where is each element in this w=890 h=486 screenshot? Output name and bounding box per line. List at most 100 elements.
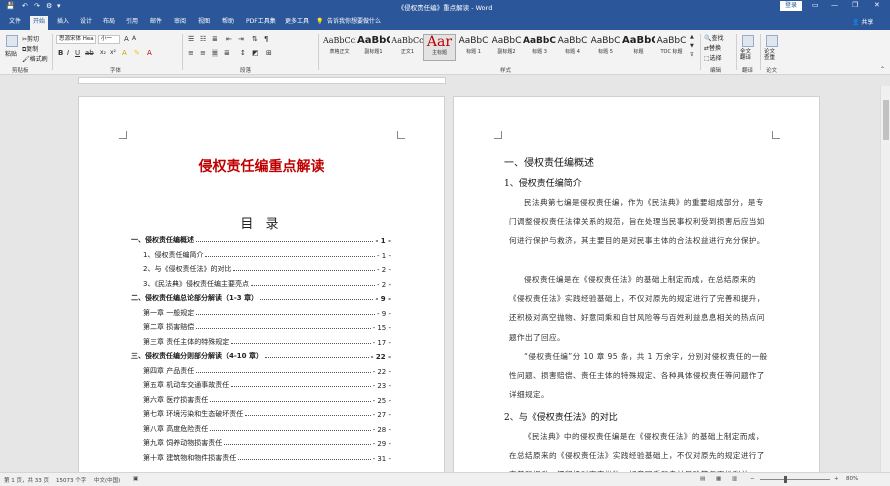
style-heading-1[interactable]: AaBbC 标题 1 <box>457 34 490 61</box>
show-marks-icon[interactable]: ¶ <box>264 35 268 43</box>
align-right-icon[interactable]: ≡ <box>212 49 218 57</box>
style-main-title[interactable]: Aar 主标题 <box>423 34 456 61</box>
zoom-in-icon[interactable]: + <box>834 476 839 482</box>
toc-entry[interactable]: 第三章 责任主体的特殊规定 - 17 - <box>131 336 391 347</box>
increase-indent-icon[interactable]: ⇥ <box>238 35 244 43</box>
toc-entry[interactable]: 三、侵权责任编分则部分解读（4-10 章） - 22 - <box>131 350 391 361</box>
style-toc-heading[interactable]: AaBbC TOC 标题 <box>655 34 688 61</box>
paste-button[interactable]: 粘贴 <box>5 49 17 58</box>
style-table-body[interactable]: AaBbCcI 表格正文 <box>323 34 356 61</box>
zoom-level[interactable]: 80% <box>846 476 858 482</box>
shading-icon[interactable]: ◩ <box>252 49 259 57</box>
toc-entry[interactable]: 第六章 医疗损害责任 - 25 - <box>131 394 391 405</box>
translate-icon[interactable] <box>742 35 754 47</box>
font-color-icon[interactable]: A <box>147 49 152 57</box>
replace-button[interactable]: ⇄替换 <box>704 43 721 52</box>
tab-mailings[interactable]: 邮件 <box>147 16 165 30</box>
style-body-1[interactable]: AaBbCc 正文1 <box>391 34 424 61</box>
toc-entry[interactable]: 第二章 损害赔偿 - 15 - <box>131 321 391 332</box>
select-button[interactable]: ⬚选择 <box>704 53 722 62</box>
highlight-icon[interactable]: ✎ <box>134 49 140 57</box>
maximize-icon[interactable]: ❐ <box>852 1 858 9</box>
toc-entry[interactable]: 第四章 产品责任 - 22 - <box>131 365 391 376</box>
minimize-icon[interactable]: — <box>831 1 838 9</box>
tab-file[interactable]: 文件 <box>6 16 24 30</box>
styles-more-icon[interactable]: ⊽ <box>690 52 694 58</box>
page-count[interactable]: 第 1 页，共 33 页 <box>4 476 49 484</box>
web-layout-icon[interactable]: ▥ <box>732 476 737 482</box>
line-spacing-icon[interactable]: ↕ <box>240 49 246 57</box>
decrease-indent-icon[interactable]: ⇤ <box>226 35 232 43</box>
document-page-1[interactable]: 侵权责任编重点解读 目 录 一、侵权责任编概述 - 1 - 1、侵权责任编简介 - 1… <box>78 96 445 472</box>
numbering-icon[interactable]: ☷ <box>200 35 206 43</box>
toc-entry[interactable]: 二、侵权责任编总论部分解读（1-3 章） - 9 - <box>131 292 391 303</box>
zoom-out-icon[interactable]: − <box>750 476 755 482</box>
toc-entry[interactable]: 第九章 饲养动物损害责任 - 29 - <box>131 437 391 448</box>
language-indicator[interactable]: 中文(中国) <box>94 476 120 484</box>
document-page-2[interactable]: 一、侵权责任编概述 1、侵权责任编简介 民法典第七编是侵权责任编，作为《民法典》… <box>453 96 820 472</box>
paper-check-button[interactable]: 论文查重 <box>764 49 780 61</box>
tab-help[interactable]: 帮助 <box>219 16 237 30</box>
toc-entry[interactable]: 第八章 高度危险责任 - 28 - <box>131 423 391 434</box>
zoom-slider[interactable] <box>760 479 830 480</box>
style-heading-5[interactable]: AaBbC 标题 5 <box>589 34 622 61</box>
paper-check-icon[interactable] <box>766 35 778 47</box>
align-center-icon[interactable]: ≡ <box>200 49 206 57</box>
align-left-icon[interactable]: ≡ <box>188 49 194 57</box>
paste-icon[interactable] <box>6 35 18 47</box>
tab-review[interactable]: 审阅 <box>171 16 189 30</box>
multilevel-list-icon[interactable]: ≣ <box>212 35 218 43</box>
toc-entry[interactable]: 3、《民法典》侵权责任编主要亮点 - 2 - <box>131 278 391 289</box>
font-size-box[interactable]: 小一 <box>98 35 120 44</box>
ruler-track[interactable] <box>78 77 446 84</box>
ribbon-display-icon[interactable]: ▭ <box>812 1 819 9</box>
full-translate-button[interactable]: 全文翻译 <box>740 49 756 61</box>
format-painter-button[interactable]: 🖌格式刷 <box>22 54 48 63</box>
styles-scroll-down-icon[interactable]: ▼ <box>690 43 694 49</box>
tab-view[interactable]: 视图 <box>195 16 213 30</box>
tab-home[interactable]: 开始 <box>30 16 49 30</box>
subscript-icon[interactable]: x₂ <box>100 49 106 56</box>
login-button[interactable]: 登录 <box>780 1 802 11</box>
bold-icon[interactable]: B <box>58 49 63 57</box>
read-mode-icon[interactable]: ▤ <box>700 476 705 482</box>
share-button[interactable]: 👤 共享 <box>852 17 873 26</box>
text-effects-icon[interactable]: A <box>122 49 127 57</box>
sort-icon[interactable]: ⇅ <box>252 35 258 43</box>
style-subtitle-2[interactable]: AaBbC 副标题2 <box>490 34 523 61</box>
borders-icon[interactable]: ⊞ <box>266 49 272 57</box>
toc-entry[interactable]: 第一章 一般规定 - 9 - <box>131 307 391 318</box>
justify-icon[interactable]: ≣ <box>224 49 230 57</box>
style-title[interactable]: AaBbC 标题 <box>622 34 655 61</box>
tab-pdf-tools[interactable]: PDF工具集 <box>243 16 279 30</box>
horizontal-ruler[interactable] <box>0 75 890 86</box>
bullets-icon[interactable]: ☰ <box>188 35 194 43</box>
styles-scroll-up-icon[interactable]: ▲ <box>690 34 694 40</box>
close-icon[interactable]: ✕ <box>874 1 880 9</box>
toc-entry[interactable]: 第五章 机动车交通事故责任 - 23 - <box>131 379 391 390</box>
zoom-slider-knob[interactable] <box>784 476 787 483</box>
style-subtitle-1[interactable]: AaBbC 副标题1 <box>357 34 390 61</box>
tab-design[interactable]: 设计 <box>77 16 95 30</box>
toc-entry[interactable]: 一、侵权责任编概述 - 1 - <box>131 234 391 245</box>
grow-font-icon[interactable]: A <box>124 35 129 43</box>
collapse-ribbon-icon[interactable]: ⌃ <box>880 66 885 73</box>
font-name-box[interactable]: 思源宋体 Hea <box>56 35 96 44</box>
cut-button[interactable]: ✂剪切 <box>22 34 39 43</box>
toc-entry[interactable]: 1、侵权责任编简介 - 1 - <box>131 249 391 260</box>
tell-me-search[interactable]: 告诉我你想要做什么 <box>324 16 384 30</box>
underline-icon[interactable]: U <box>75 49 80 57</box>
superscript-icon[interactable]: x² <box>110 49 116 56</box>
strikethrough-icon[interactable]: ab <box>85 49 94 57</box>
find-button[interactable]: 🔍查找 <box>704 33 724 42</box>
print-layout-icon[interactable]: ▦ <box>716 476 721 482</box>
tab-more-tools[interactable]: 更多工具 <box>282 16 312 30</box>
toc-entry[interactable]: 第十章 建筑物和物件损害责任 - 31 - <box>131 452 391 463</box>
macro-icon[interactable]: ▣ <box>133 476 138 482</box>
toc-entry[interactable]: 2、与《侵权责任法》的对比 - 2 - <box>131 263 391 274</box>
tab-references[interactable]: 引用 <box>123 16 141 30</box>
scrollbar-thumb[interactable] <box>883 100 889 140</box>
vertical-scrollbar[interactable] <box>880 86 890 472</box>
style-heading-4[interactable]: AaBbC 标题 4 <box>556 34 589 61</box>
tab-insert[interactable]: 插入 <box>54 16 72 30</box>
